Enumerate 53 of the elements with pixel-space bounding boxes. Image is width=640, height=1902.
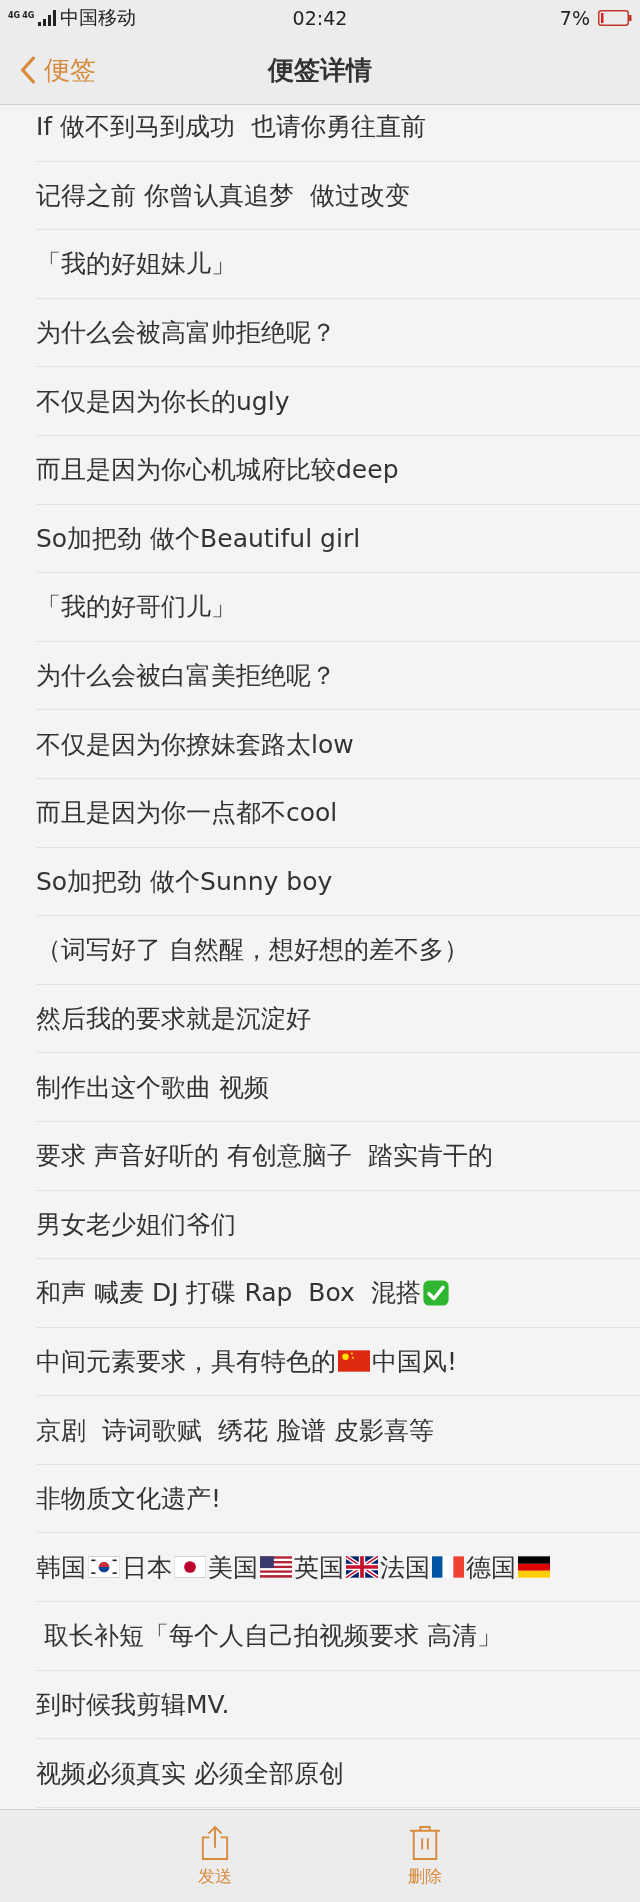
note-text: 不仅是因为你撩妹套路太low	[36, 728, 354, 761]
note-text: 而且是因为你心机城府比较deep	[36, 454, 399, 487]
carrier-label: 中国移动	[60, 5, 137, 30]
page-title: 便签详情	[268, 53, 372, 87]
note-text: （词写好了 自然醒，想好想的差不多）	[36, 934, 469, 967]
note-text: 美国	[208, 1551, 258, 1584]
battery-percent: 7%	[559, 7, 590, 29]
send-button[interactable]: 发送	[160, 1810, 270, 1902]
note-text: 男女老少姐们爷们	[36, 1208, 236, 1241]
back-button[interactable]: 便签	[0, 52, 96, 88]
note-text: 中间元素要求，具有特色的	[36, 1346, 336, 1378]
note-text: 制作出这个歌曲 视频	[36, 1071, 269, 1104]
share-icon	[200, 1824, 230, 1861]
delete-button[interactable]: 删除	[370, 1810, 480, 1902]
back-icon	[20, 56, 36, 84]
note-text: 记得之前 你曾认真追梦 做过改变	[36, 179, 410, 212]
korea-flag-icon	[88, 1556, 120, 1579]
note-text: 京剧 诗词歌赋 绣花 脸谱 皮影喜等	[36, 1414, 434, 1447]
note-text: 要求 声音好听的 有创意脑子 踏实肯干的	[36, 1140, 493, 1173]
note-text: 为什么会被白富美拒绝呢？	[36, 660, 336, 693]
note-text: 到时候我剪辑MV.	[36, 1688, 230, 1721]
note-text: 取长补短「每个人自己拍视频要求 高清」	[42, 1620, 502, 1653]
note-text: 「我的好姐妹儿」	[36, 248, 236, 281]
china-flag-icon	[338, 1350, 370, 1373]
note-text: 日本	[122, 1551, 172, 1584]
note-text: 视频必须真实 必须全部原创	[36, 1757, 344, 1790]
note-text: 「我的好哥们儿」	[36, 591, 236, 624]
network-label: 4G	[22, 11, 35, 20]
usa-flag-icon	[260, 1556, 292, 1579]
clock: 02:42	[292, 7, 348, 29]
note-text: 和声 喊麦 DJ 打碟 Rap Box 混搭	[36, 1277, 421, 1310]
uk-flag-icon	[346, 1556, 378, 1579]
note-text: So加把劲 做个Sunny boy	[36, 865, 333, 898]
note-text: 法国	[380, 1551, 430, 1584]
note-text: So加把劲 做个Beautiful girl	[36, 522, 361, 555]
note-text: 非物质文化遗产!	[36, 1483, 222, 1516]
signal-icon	[38, 10, 57, 26]
trash-icon	[409, 1824, 441, 1861]
note-text: 不仅是因为你长的ugly	[36, 385, 290, 418]
note-text: 韩国	[36, 1551, 86, 1584]
battery-icon	[598, 10, 632, 26]
germany-flag-icon	[518, 1556, 550, 1579]
network-label: 4G	[8, 11, 21, 20]
note-text: 德国	[466, 1551, 516, 1584]
note-text: 英国	[294, 1551, 344, 1584]
japan-flag-icon	[174, 1556, 206, 1579]
note-text: 为什么会被高富帅拒绝呢？	[36, 317, 336, 350]
check-mark-icon	[420, 1278, 451, 1307]
note-text: If 做不到马到成功 也请你勇往直前	[36, 111, 426, 144]
note-text: 而且是因为你一点都不cool	[36, 797, 338, 830]
france-flag-icon	[432, 1556, 464, 1579]
note-text: 中国风!	[372, 1346, 458, 1378]
note-text: 然后我的要求就是沉淀好	[36, 1003, 311, 1035]
